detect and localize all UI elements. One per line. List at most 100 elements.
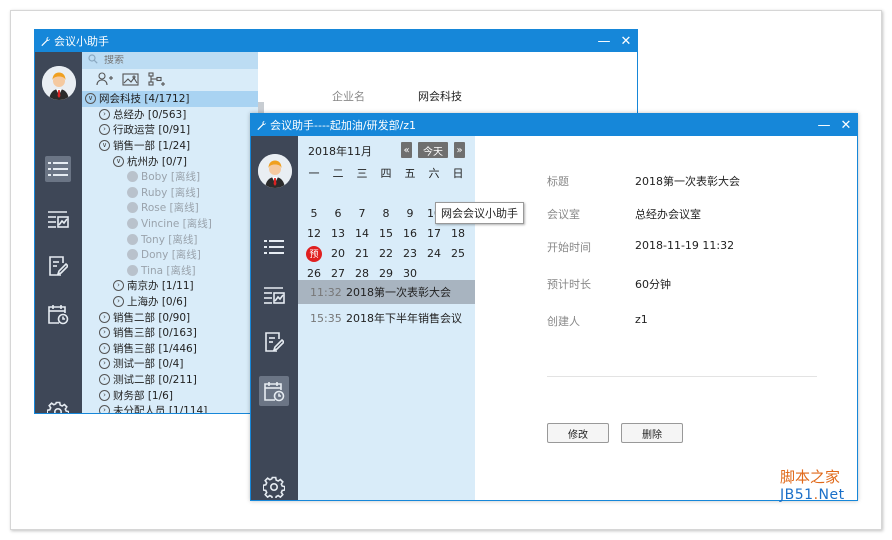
list-icon[interactable] <box>45 156 71 182</box>
person-icon <box>127 186 138 198</box>
tree-node[interactable]: › 未分配人员 [1/114] <box>82 403 258 413</box>
main-window-titlebar[interactable]: 会议小助手 — ✕ <box>35 30 637 52</box>
tree-node[interactable]: ∨ 杭州办 [0/7] <box>82 153 258 169</box>
calendar-day <box>422 185 446 203</box>
calendar-day[interactable]: 20 <box>326 245 350 263</box>
tree-node-label: 测试二部 [0/211] <box>113 373 197 386</box>
tree-member[interactable]: Rose [离线] <box>82 200 258 216</box>
gear-icon[interactable] <box>45 399 71 413</box>
close-button[interactable]: ✕ <box>615 34 637 49</box>
calendar-icon[interactable] <box>259 376 289 406</box>
calendar-day-number: 16 <box>403 227 417 240</box>
expand-icon[interactable]: › <box>113 280 124 292</box>
calendar-day[interactable]: 7 <box>350 205 374 223</box>
prev-month-button[interactable]: « <box>401 142 412 158</box>
avatar[interactable] <box>258 154 292 188</box>
tree-node-label: Vincine [离线] <box>141 218 212 231</box>
minimize-button[interactable]: — <box>593 34 615 49</box>
meeting-item[interactable]: 15:35 2018年下半年销售会议 <box>298 306 475 330</box>
person-icon <box>127 233 138 245</box>
tree-member[interactable]: Dony [离线] <box>82 247 258 263</box>
calendar-day[interactable]: 8 <box>374 205 398 223</box>
expand-icon[interactable]: › <box>99 405 110 413</box>
edit-button[interactable]: 修改 <box>547 423 609 443</box>
calendar-day[interactable]: 22 <box>374 245 398 263</box>
image-icon[interactable] <box>122 72 140 89</box>
calendar-icon[interactable] <box>45 301 71 327</box>
weekday-header: 一二三四五六日 <box>302 164 470 184</box>
tree-node[interactable]: › 测试二部 [0/211] <box>82 372 258 388</box>
gear-icon[interactable] <box>261 474 287 500</box>
tree-node[interactable]: › 销售三部 [0/163] <box>82 325 258 341</box>
calendar-day[interactable]: 21 <box>350 245 374 263</box>
calendar-day[interactable]: 9 <box>398 205 422 223</box>
calendar-day[interactable]: 13 <box>326 225 350 243</box>
tree-node[interactable]: › 行政运营 [0/91] <box>82 122 258 138</box>
expand-icon[interactable]: › <box>99 358 110 370</box>
close-button[interactable]: ✕ <box>835 118 857 133</box>
calendar-day[interactable]: 16 <box>398 225 422 243</box>
expand-icon[interactable]: › <box>99 373 110 385</box>
tree-node[interactable]: ∨ 网会科技 [4/1712] <box>82 91 258 107</box>
tree-node[interactable]: › 财务部 [1/6] <box>82 387 258 403</box>
expand-icon[interactable]: › <box>113 296 124 308</box>
tree-node[interactable]: › 销售三部 [1/446] <box>82 341 258 357</box>
calendar-day[interactable]: 25 <box>446 245 470 263</box>
add-contact-icon[interactable] <box>96 71 114 89</box>
calendar-day[interactable]: 5 <box>302 205 326 223</box>
tree-member[interactable]: Boby [离线] <box>82 169 258 185</box>
calendar-week: 12 13 14 15 16 17 18 <box>302 224 470 244</box>
tree-node[interactable]: › 南京办 [1/11] <box>82 278 258 294</box>
edit-note-icon[interactable] <box>261 329 287 355</box>
tree-node-label: 行政运营 [0/91] <box>113 124 191 137</box>
tree-member[interactable]: Vincine [离线] <box>82 216 258 232</box>
delete-button[interactable]: 删除 <box>621 423 683 443</box>
search-bar[interactable] <box>82 52 258 69</box>
report-icon[interactable] <box>45 206 71 232</box>
expand-icon[interactable]: › <box>99 342 110 354</box>
tree-member[interactable]: Tina [离线] <box>82 263 258 279</box>
tree-node-label: Tina [离线] <box>141 264 196 277</box>
company-value: 网会科技 <box>418 90 462 103</box>
calendar-day[interactable]: 14 <box>350 225 374 243</box>
calendar-day[interactable]: 17 <box>422 225 446 243</box>
edit-note-icon[interactable] <box>45 253 71 279</box>
collapse-icon[interactable]: ∨ <box>85 93 96 105</box>
avatar[interactable] <box>42 66 76 100</box>
expand-icon[interactable]: › <box>99 389 110 401</box>
tree-node[interactable]: ∨ 销售一部 [1/24] <box>82 138 258 154</box>
tree-node[interactable]: › 总经办 [0/563] <box>82 107 258 123</box>
calendar-day[interactable]: 18 <box>446 225 470 243</box>
person-icon <box>127 202 138 214</box>
org-structure-icon[interactable] <box>148 71 166 89</box>
meeting-window-titlebar[interactable]: 会议助手----起加油/研发部/z1 — ✕ <box>251 114 857 136</box>
meeting-time: 11:32 <box>310 285 342 299</box>
org-tree: ∨ 网会科技 [4/1712] › 总经办 [0/563] › 行政运营 [0/91] ∨ 销… <box>82 91 258 413</box>
title-label: 标题 <box>547 175 569 188</box>
tree-node[interactable]: › 上海办 [0/6] <box>82 294 258 310</box>
expand-icon[interactable]: › <box>99 311 110 323</box>
tree-member[interactable]: Tony [离线] <box>82 231 258 247</box>
calendar-day[interactable]: 23 <box>398 245 422 263</box>
expand-icon[interactable]: › <box>99 108 110 120</box>
today-button[interactable]: 今天 <box>418 142 448 158</box>
tree-node[interactable]: › 销售二部 [0/90] <box>82 309 258 325</box>
expand-icon[interactable]: › <box>99 124 110 136</box>
calendar-day-marked[interactable]: 预 <box>302 245 326 263</box>
report-icon[interactable] <box>261 282 287 308</box>
tree-node[interactable]: › 测试一部 [0/4] <box>82 356 258 372</box>
calendar-day[interactable]: 24 <box>422 245 446 263</box>
tree-node-label: Dony [离线] <box>141 249 201 262</box>
next-month-button[interactable]: » <box>454 142 465 158</box>
collapse-icon[interactable]: ∨ <box>113 155 124 167</box>
expand-icon[interactable]: › <box>99 327 110 339</box>
calendar-day[interactable]: 6 <box>326 205 350 223</box>
search-input[interactable] <box>104 55 224 66</box>
minimize-button[interactable]: — <box>813 118 835 133</box>
tree-member[interactable]: Ruby [离线] <box>82 185 258 201</box>
list-icon[interactable] <box>261 234 287 260</box>
calendar-day[interactable]: 15 <box>374 225 398 243</box>
collapse-icon[interactable]: ∨ <box>99 140 110 152</box>
meeting-item[interactable]: 11:32 2018第一次表彰大会 <box>298 280 475 304</box>
calendar-day[interactable]: 12 <box>302 225 326 243</box>
